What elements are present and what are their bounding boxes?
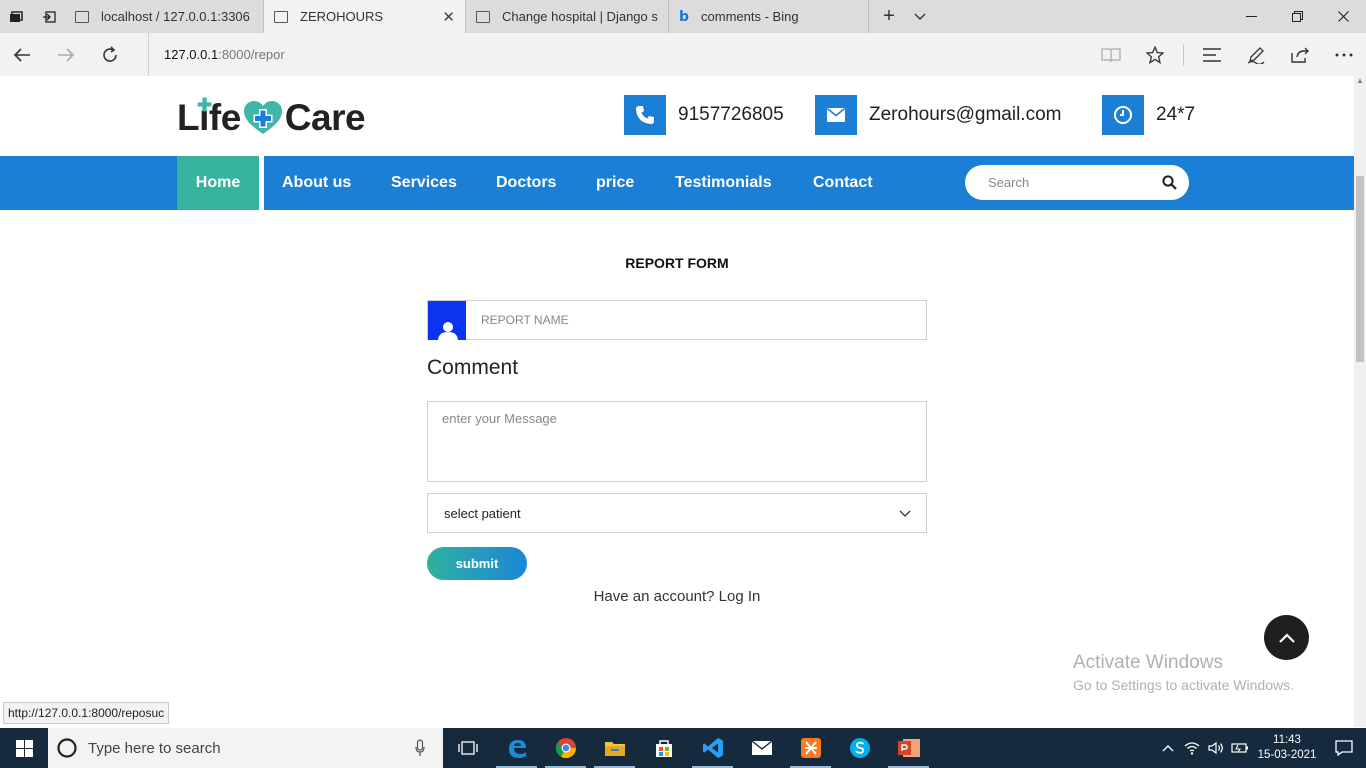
task-view-icon[interactable] <box>443 728 492 768</box>
page-icon <box>476 10 490 23</box>
tab-zerohours[interactable]: ZEROHOURS ✕ <box>264 0 466 33</box>
submit-button[interactable]: submit <box>427 547 527 580</box>
toolbar-divider <box>1183 43 1184 66</box>
share-icon[interactable] <box>1278 33 1322 76</box>
browser-tab-bar: localhost / 127.0.0.1:3306 / ZEROHOURS ✕… <box>0 0 1366 33</box>
skype-icon[interactable] <box>835 728 884 768</box>
reading-view-icon[interactable] <box>1089 33 1133 76</box>
clock-time: 11:43 <box>1273 734 1301 746</box>
windows-start-icon[interactable] <box>0 728 48 768</box>
tab-list-chevron-icon[interactable] <box>905 0 935 33</box>
set-aside-tabs-icon[interactable] <box>32 0 65 33</box>
opening-hours: 24*7 <box>1156 104 1196 125</box>
tab-phpmyadmin[interactable]: localhost / 127.0.0.1:3306 / <box>65 0 264 33</box>
nav-about-us[interactable]: About us <box>282 156 351 210</box>
microphone-icon[interactable] <box>415 739 425 762</box>
mail-icon[interactable] <box>737 728 786 768</box>
user-icon <box>428 301 466 340</box>
clock-date: 15-03-2021 <box>1257 749 1317 761</box>
action-center-icon[interactable] <box>1322 728 1366 768</box>
clock-icon <box>1102 95 1144 135</box>
refresh-icon[interactable] <box>88 33 132 76</box>
browser-toolbar <box>1089 33 1366 76</box>
windows-taskbar: Type here to search 11:43 15-03-2021 <box>0 728 1366 768</box>
bing-icon: b <box>679 8 690 25</box>
forward-arrow-icon[interactable] <box>44 33 88 76</box>
page-icon <box>75 10 89 23</box>
edge-icon[interactable] <box>492 728 541 768</box>
new-tab-button[interactable]: + <box>873 0 905 33</box>
scroll-up-arrow-icon[interactable]: ▲ <box>1354 76 1366 88</box>
patient-select-value: select patient <box>444 505 521 521</box>
comment-label: Comment <box>427 356 519 379</box>
tab-django-admin[interactable]: Change hospital | Django si <box>466 0 669 33</box>
url-field[interactable]: 127.0.0.1:8000/repor <box>148 33 285 76</box>
form-title: REPORT FORM <box>625 255 729 271</box>
nav-divider <box>259 156 264 210</box>
web-page: Life ✚ Care 9157726805 Zerohours@gmail.c… <box>0 76 1354 727</box>
lifecare-logo[interactable]: Life ✚ Care <box>177 95 366 138</box>
message-textarea[interactable] <box>427 401 927 482</box>
taskbar-clock[interactable]: 11:43 15-03-2021 <box>1252 733 1322 763</box>
chevron-down-icon <box>899 506 911 521</box>
email-address: Zerohours@gmail.com <box>869 104 1062 125</box>
site-search[interactable]: Search <box>965 165 1189 200</box>
contact-hours: 24*7 <box>1102 95 1195 135</box>
file-explorer-icon[interactable] <box>590 728 639 768</box>
activate-windows-watermark: Activate Windows Go to Settings to activ… <box>1073 652 1294 693</box>
report-name-field <box>427 300 927 340</box>
phone-icon <box>624 95 666 135</box>
more-options-icon[interactable] <box>1322 33 1366 76</box>
xampp-icon[interactable] <box>786 728 835 768</box>
restore-icon[interactable] <box>1274 0 1320 33</box>
close-tab-icon[interactable]: ✕ <box>442 8 455 26</box>
close-window-icon[interactable] <box>1320 0 1366 33</box>
nav-price[interactable]: price <box>596 156 634 210</box>
battery-icon[interactable] <box>1228 728 1252 768</box>
search-input[interactable]: Search <box>988 175 1149 190</box>
page-icon <box>274 10 288 23</box>
vscode-icon[interactable] <box>688 728 737 768</box>
envelope-icon <box>815 95 857 135</box>
cortana-circle-icon <box>57 738 77 758</box>
chrome-icon[interactable] <box>541 728 590 768</box>
hub-icon[interactable] <box>1190 33 1234 76</box>
web-note-pen-icon[interactable] <box>1234 33 1278 76</box>
contact-phone: 9157726805 <box>624 95 784 135</box>
taskbar-search-box[interactable]: Type here to search <box>48 728 443 768</box>
nav-contact[interactable]: Contact <box>813 156 873 210</box>
address-bar: 127.0.0.1:8000/repor <box>0 33 1366 76</box>
chevron-up-icon <box>1278 632 1295 643</box>
minimize-icon[interactable] <box>1228 0 1274 33</box>
main-navbar: Home About us Services Doctors price Tes… <box>0 156 1354 210</box>
volume-icon[interactable] <box>1204 728 1228 768</box>
favorite-star-icon[interactable] <box>1133 33 1177 76</box>
heart-plus-icon <box>243 101 282 134</box>
report-name-input[interactable] <box>466 301 926 339</box>
nav-doctors[interactable]: Doctors <box>496 156 556 210</box>
page-scrollbar[interactable]: ▲ <box>1354 76 1366 727</box>
chevron-up-icon[interactable] <box>1156 728 1180 768</box>
contact-email: Zerohours@gmail.com <box>815 95 1061 135</box>
wifi-icon[interactable] <box>1180 728 1204 768</box>
patient-select[interactable]: select patient <box>427 493 927 533</box>
nav-testimonials[interactable]: Testimonials <box>675 156 772 210</box>
nav-home[interactable]: Home <box>177 156 259 210</box>
status-url-tooltip: http://127.0.0.1:8000/reposuc <box>3 702 170 724</box>
logo-plus-icon: ✚ <box>197 95 212 115</box>
tab-bing[interactable]: b comments - Bing <box>669 0 869 33</box>
powerpoint-icon[interactable] <box>884 728 933 768</box>
window-controls <box>1228 0 1366 33</box>
search-icon[interactable] <box>1149 175 1189 190</box>
taskbar-apps <box>443 728 933 768</box>
login-link[interactable]: Have an account? Log In <box>427 588 927 605</box>
scrollbar-thumb[interactable] <box>1356 176 1364 362</box>
phone-number: 9157726805 <box>678 104 784 125</box>
back-arrow-icon[interactable] <box>0 33 44 76</box>
tab-actions-icon[interactable] <box>0 0 32 33</box>
nav-services[interactable]: Services <box>391 156 457 210</box>
store-icon[interactable] <box>639 728 688 768</box>
system-tray: 11:43 15-03-2021 <box>1156 728 1366 768</box>
